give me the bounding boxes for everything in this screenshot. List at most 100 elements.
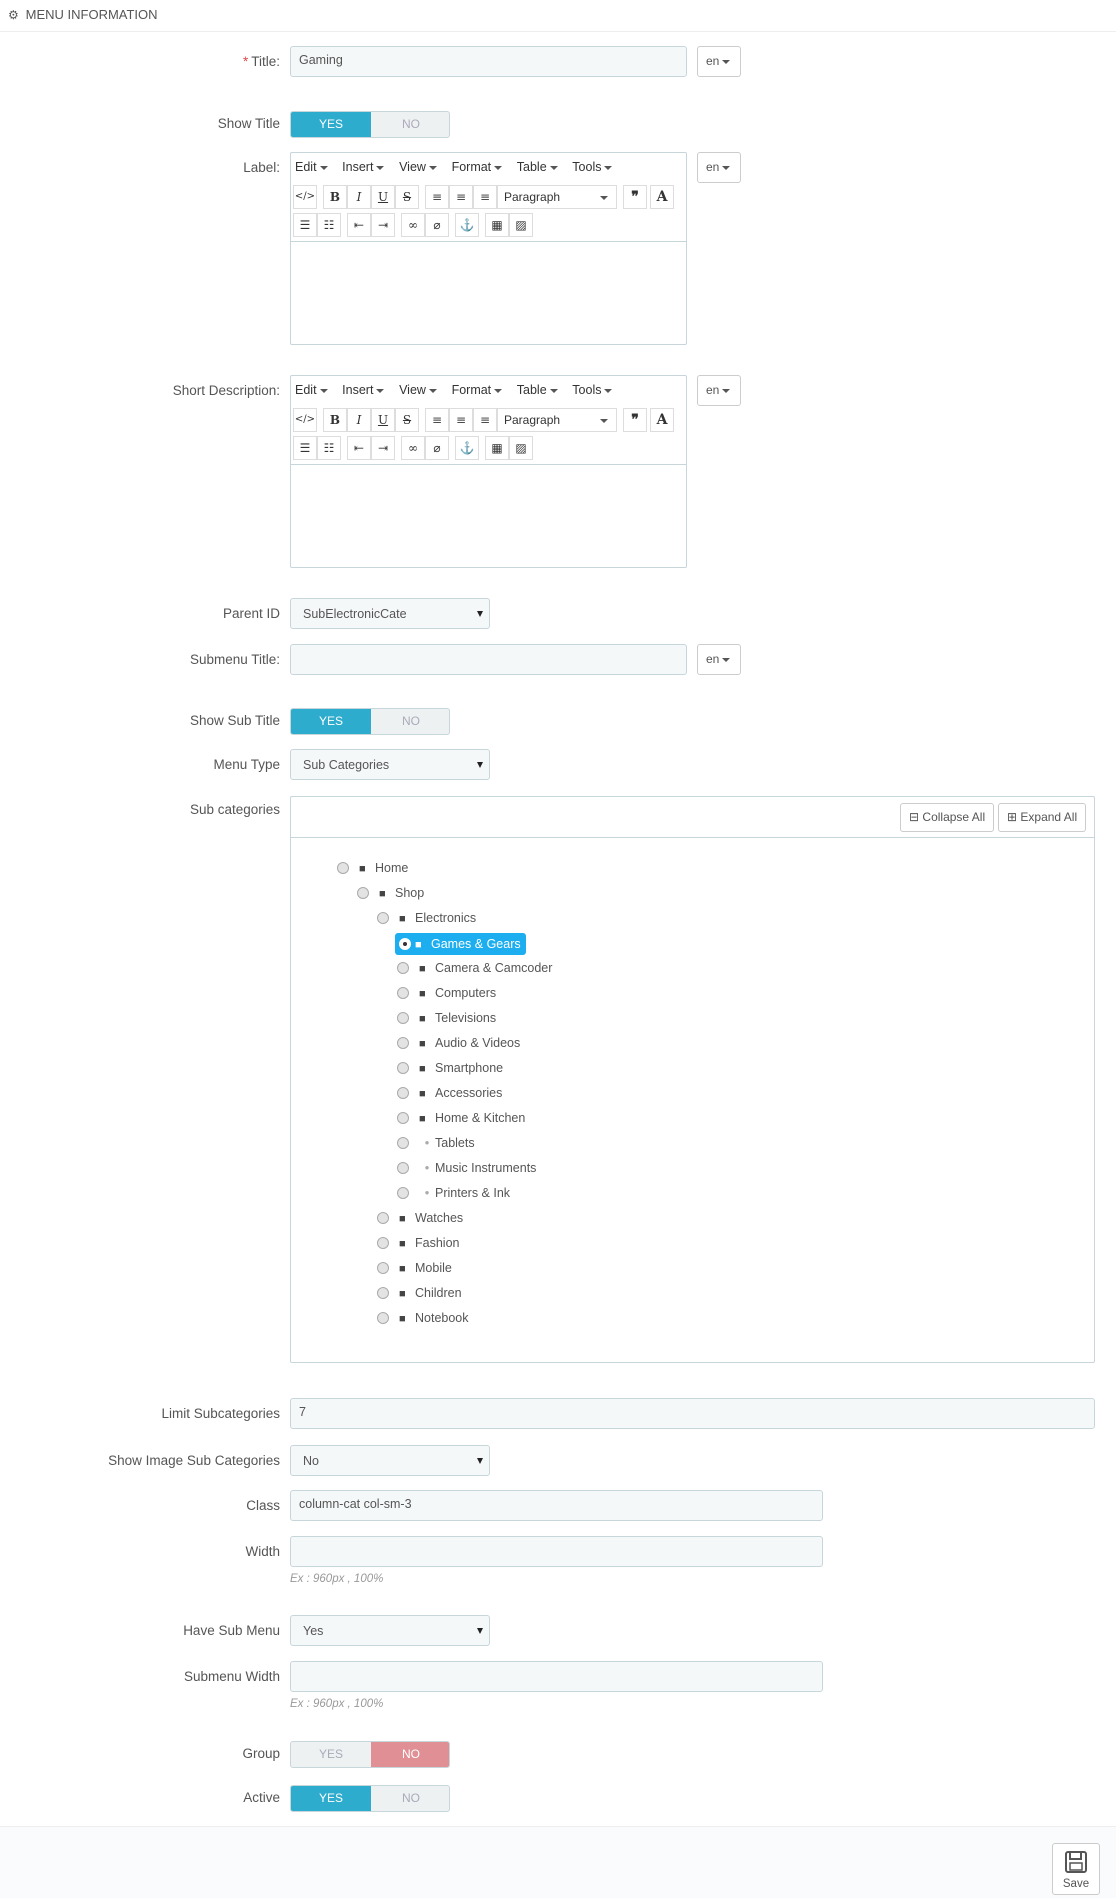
menu-type-select[interactable]: Sub Categories: [290, 749, 490, 780]
media-icon[interactable]: ▦: [485, 213, 509, 237]
active-yes[interactable]: YES: [291, 1786, 371, 1811]
editor-menu-table[interactable]: Table: [517, 160, 558, 174]
link-icon[interactable]: ∞: [401, 213, 425, 237]
expand-all-button[interactable]: ⊞ Expand All: [998, 803, 1087, 832]
align-right-icon[interactable]: ≡: [473, 185, 497, 209]
text-color-icon[interactable]: A: [650, 408, 674, 432]
tree-node-radio[interactable]: [397, 987, 409, 999]
outdent-icon[interactable]: ⇤: [347, 436, 371, 460]
outdent-icon[interactable]: ⇤: [347, 213, 371, 237]
align-left-icon[interactable]: ≡: [425, 408, 449, 432]
title-lang-dropdown[interactable]: en: [697, 46, 741, 77]
label-lang-dropdown[interactable]: en: [697, 152, 741, 183]
limit-subcategories-input[interactable]: 7: [290, 1398, 1095, 1429]
editor-menu-view[interactable]: View: [399, 160, 437, 174]
short-description-editor[interactable]: Edit Insert View Format Table Tools </> …: [290, 375, 687, 568]
bullet-list-icon[interactable]: ☰: [293, 436, 317, 460]
tree-node-radio[interactable]: [377, 1287, 389, 1299]
numbered-list-icon[interactable]: ☷: [317, 213, 341, 237]
class-input[interactable]: column-cat col-sm-3: [290, 1490, 823, 1521]
submenu-width-input[interactable]: [290, 1661, 823, 1692]
image-icon[interactable]: ▨: [509, 213, 533, 237]
submenu-title-lang-dropdown[interactable]: en: [697, 644, 741, 675]
image-icon[interactable]: ▨: [509, 436, 533, 460]
tree-node-radio[interactable]: [377, 1262, 389, 1274]
bold-icon[interactable]: B: [323, 408, 347, 432]
show-sub-title-no[interactable]: NO: [371, 709, 449, 734]
editor-menu-table[interactable]: Table: [517, 383, 558, 397]
tree-node-radio[interactable]: [377, 912, 389, 924]
group-yes[interactable]: YES: [291, 1742, 371, 1767]
tree-node-radio[interactable]: [397, 1012, 409, 1024]
bold-icon[interactable]: B: [323, 185, 347, 209]
group-no[interactable]: NO: [371, 1742, 449, 1767]
italic-icon[interactable]: I: [347, 185, 371, 209]
editor-menu-insert[interactable]: Insert: [342, 383, 385, 397]
strikethrough-icon[interactable]: S: [395, 408, 419, 432]
tree-node-radio[interactable]: [357, 887, 369, 899]
unlink-icon[interactable]: ⌀: [425, 436, 449, 460]
numbered-list-icon[interactable]: ☷: [317, 436, 341, 460]
editor-content-area[interactable]: [291, 241, 686, 345]
format-select[interactable]: Paragraph: [497, 408, 617, 432]
show-title-switch[interactable]: YES NO: [290, 111, 450, 138]
collapse-all-button[interactable]: ⊟ Collapse All: [900, 803, 995, 832]
active-switch[interactable]: YES NO: [290, 1785, 450, 1812]
unlink-icon[interactable]: ⌀: [425, 213, 449, 237]
editor-menu-edit[interactable]: Edit: [295, 160, 328, 174]
have-sub-menu-select[interactable]: Yes: [290, 1615, 490, 1646]
parent-id-select[interactable]: SubElectronicCate: [290, 598, 490, 629]
show-sub-title-switch[interactable]: YES NO: [290, 708, 450, 735]
source-code-icon[interactable]: </>: [293, 408, 317, 432]
editor-menu-format[interactable]: Format: [452, 383, 503, 397]
tree-node-radio[interactable]: [397, 1112, 409, 1124]
tree-node-radio[interactable]: [337, 862, 349, 874]
underline-icon[interactable]: U: [371, 185, 395, 209]
align-right-icon[interactable]: ≡: [473, 408, 497, 432]
tree-node-radio[interactable]: [397, 962, 409, 974]
title-input[interactable]: Gaming: [290, 46, 687, 77]
show-title-no[interactable]: NO: [371, 112, 449, 137]
save-button[interactable]: Save: [1052, 1843, 1100, 1895]
editor-menu-format[interactable]: Format: [452, 160, 503, 174]
align-center-icon[interactable]: ≡: [449, 185, 473, 209]
blockquote-icon[interactable]: ❞: [623, 185, 647, 209]
submenu-title-input[interactable]: [290, 644, 687, 675]
active-no[interactable]: NO: [371, 1786, 449, 1811]
tree-node-radio[interactable]: [399, 938, 411, 950]
tree-node-radio[interactable]: [377, 1212, 389, 1224]
width-input[interactable]: [290, 1536, 823, 1567]
anchor-icon[interactable]: ⚓: [455, 436, 479, 460]
format-select[interactable]: Paragraph: [497, 185, 617, 209]
media-icon[interactable]: ▦: [485, 436, 509, 460]
editor-menu-tools[interactable]: Tools: [572, 383, 613, 397]
editor-menu-edit[interactable]: Edit: [295, 383, 328, 397]
align-left-icon[interactable]: ≡: [425, 185, 449, 209]
source-code-icon[interactable]: </>: [293, 185, 317, 209]
strikethrough-icon[interactable]: S: [395, 185, 419, 209]
underline-icon[interactable]: U: [371, 408, 395, 432]
bullet-list-icon[interactable]: ☰: [293, 213, 317, 237]
editor-menu-insert[interactable]: Insert: [342, 160, 385, 174]
indent-icon[interactable]: ⇥: [371, 213, 395, 237]
show-sub-title-yes[interactable]: YES: [291, 709, 371, 734]
tree-node-radio[interactable]: [377, 1312, 389, 1324]
editor-content-area[interactable]: [291, 464, 686, 568]
indent-icon[interactable]: ⇥: [371, 436, 395, 460]
show-image-sub-categories-select[interactable]: No: [290, 1445, 490, 1476]
tree-node-radio[interactable]: [397, 1137, 409, 1149]
tree-node-radio[interactable]: [377, 1237, 389, 1249]
show-title-yes[interactable]: YES: [291, 112, 371, 137]
tree-node-radio[interactable]: [397, 1087, 409, 1099]
group-switch[interactable]: YES NO: [290, 1741, 450, 1768]
label-editor[interactable]: Edit Insert View Format Table Tools </> …: [290, 152, 687, 345]
tree-node-radio[interactable]: [397, 1037, 409, 1049]
tree-node-radio[interactable]: [397, 1162, 409, 1174]
editor-menu-tools[interactable]: Tools: [572, 160, 613, 174]
tree-node-radio[interactable]: [397, 1187, 409, 1199]
blockquote-icon[interactable]: ❞: [623, 408, 647, 432]
link-icon[interactable]: ∞: [401, 436, 425, 460]
short-description-lang-dropdown[interactable]: en: [697, 375, 741, 406]
text-color-icon[interactable]: A: [650, 185, 674, 209]
align-center-icon[interactable]: ≡: [449, 408, 473, 432]
